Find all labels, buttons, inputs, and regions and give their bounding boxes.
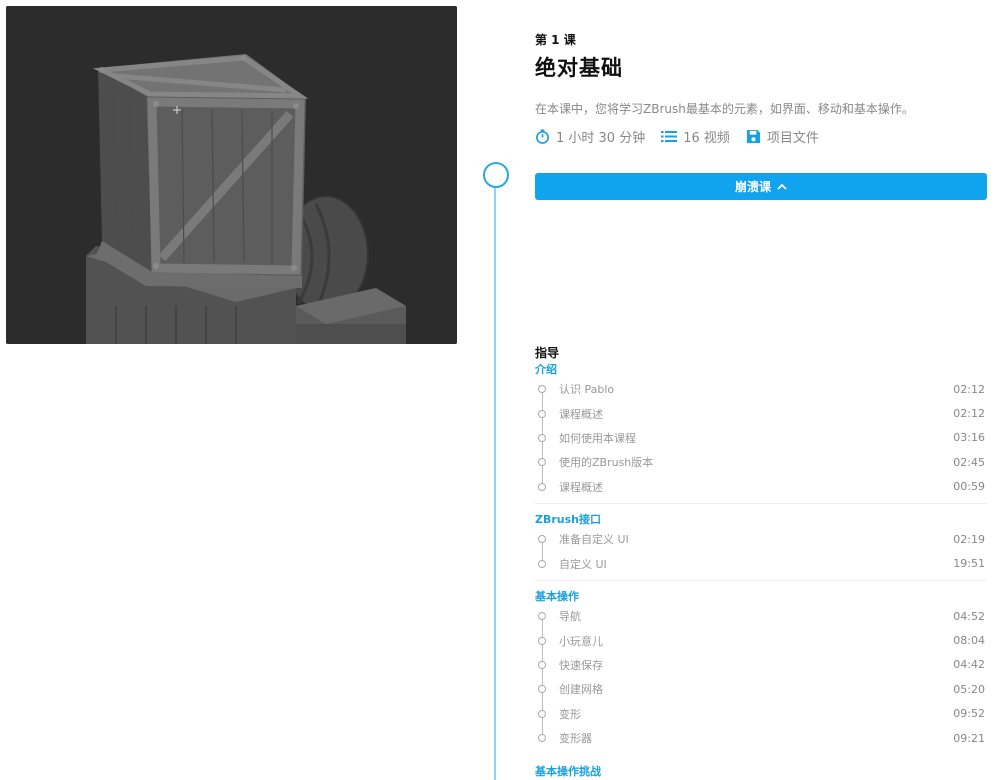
list-item[interactable]: 使用的ZBrush版本 02:45 [535,450,987,474]
section-intro: 介绍 认识 Pablo 02:12 课程概述 02:12 如何使用本课程 03:16 … [535,361,987,504]
section-title: ZBrush接口 [535,513,601,526]
bullet-dot [538,385,546,394]
stopwatch-icon [536,129,549,144]
item-label: 快速保存 [559,658,603,672]
crates-image [6,6,457,344]
lesson-description: 在本课中，您将学习ZBrush最基本的元素，如界面、移动和基本操作。 [535,102,914,116]
item-time: 02:45 [953,455,985,469]
bullet-dot [538,734,546,743]
guide-title: 指导 [535,346,560,360]
section-basic-operations: 基本操作 导航 04:52 小玩意儿 08:04 快速保存 04:42 创建网格 05:… [535,588,987,750]
video-count-info: 16 视频 [661,127,730,146]
list-icon [661,131,678,142]
list-stem [542,616,543,738]
bullet-dot [538,685,546,694]
section-title: 基本操作挑战 [535,765,601,778]
project-files-link[interactable]: 项目文件 [746,127,819,146]
list-item[interactable]: 小玩意儿 08:04 [535,628,987,652]
list-item[interactable]: 认识 Pablo 02:12 [535,377,987,401]
project-files-text: 项目文件 [766,131,819,146]
collapse-lesson-button[interactable]: 崩溃课 [535,173,987,200]
section-basic-challenge: 基本操作挑战 [535,763,987,779]
item-label: 创建网格 [559,683,603,697]
item-label: 导航 [559,610,581,624]
lesson-list: 准备自定义 UI 02:19 自定义 UI 19:51 [535,527,987,576]
bullet-dot [538,559,546,568]
lesson-meta: 1 小时 30 分钟 16 视频 项目文件 [535,127,835,146]
item-label: 如何使用本课程 [559,431,636,445]
item-label: 自定义 UI [559,557,607,571]
item-label: 小玩意儿 [559,634,603,648]
item-label: 课程概述 [559,480,603,494]
floppy-disk-icon [746,129,760,144]
lesson-thumbnail[interactable] [6,6,457,344]
item-label: 认识 Pablo [559,383,615,397]
item-label: 使用的ZBrush版本 [559,456,654,470]
section-title: 基本操作 [535,590,579,603]
lesson-list: 导航 04:52 小玩意儿 08:04 快速保存 04:42 创建网格 05:20 变形… [535,604,987,750]
item-time: 19:51 [953,557,985,571]
lesson-title: 绝对基础 [535,56,623,80]
item-time: 00:59 [953,480,985,494]
section-divider [535,502,987,504]
bullet-dot [538,612,546,621]
lesson-number: 第 1 课 [535,33,576,47]
video-count-text: 16 视频 [683,131,730,146]
item-label: 变形 [559,707,581,721]
list-item[interactable]: 课程概述 00:59 [535,475,987,499]
lesson-list: 认识 Pablo 02:12 课程概述 02:12 如何使用本课程 03:16 使用的… [535,377,987,499]
collapse-label: 崩溃课 [734,180,771,194]
list-item[interactable]: 课程概述 02:12 [535,401,987,425]
item-time: 04:52 [953,609,985,623]
list-item[interactable]: 导航 04:52 [535,604,987,628]
item-time: 03:16 [953,431,985,445]
bullet-dot [538,535,546,544]
list-item[interactable]: 自定义 UI 19:51 [535,551,987,575]
duration-text: 1 小时 30 分钟 [556,131,646,146]
list-item[interactable]: 变形器 09:21 [535,726,987,750]
timeline-node [483,162,509,188]
item-time: 02:19 [953,532,985,546]
timeline-line [494,188,496,780]
section-title: 介绍 [535,363,557,376]
item-time: 02:12 [953,407,985,421]
bullet-dot [538,660,546,669]
section-divider [535,579,987,581]
bullet-dot [538,709,546,718]
bullet-dot [538,458,546,467]
list-item[interactable]: 变形 09:52 [535,702,987,726]
item-time: 09:21 [953,731,985,745]
item-label: 准备自定义 UI [559,533,629,547]
section-zbrush-interface: ZBrush接口 准备自定义 UI 02:19 自定义 UI 19:51 [535,511,987,581]
list-item[interactable]: 准备自定义 UI 02:19 [535,527,987,551]
bullet-dot [538,636,546,645]
item-time: 04:42 [953,658,985,672]
item-time: 02:12 [953,382,985,396]
list-item[interactable]: 快速保存 04:42 [535,653,987,677]
item-time: 05:20 [953,682,985,696]
chevron-up-icon [777,183,787,190]
item-time: 08:04 [953,634,985,648]
item-time: 09:52 [953,707,985,721]
list-item[interactable]: 如何使用本课程 03:16 [535,426,987,450]
list-item[interactable]: 创建网格 05:20 [535,677,987,701]
item-label: 变形器 [559,732,592,746]
bullet-dot [538,409,546,418]
item-label: 课程概述 [559,407,603,421]
bullet-dot [538,433,546,442]
bullet-dot [538,482,546,491]
duration-info: 1 小时 30 分钟 [535,127,645,146]
